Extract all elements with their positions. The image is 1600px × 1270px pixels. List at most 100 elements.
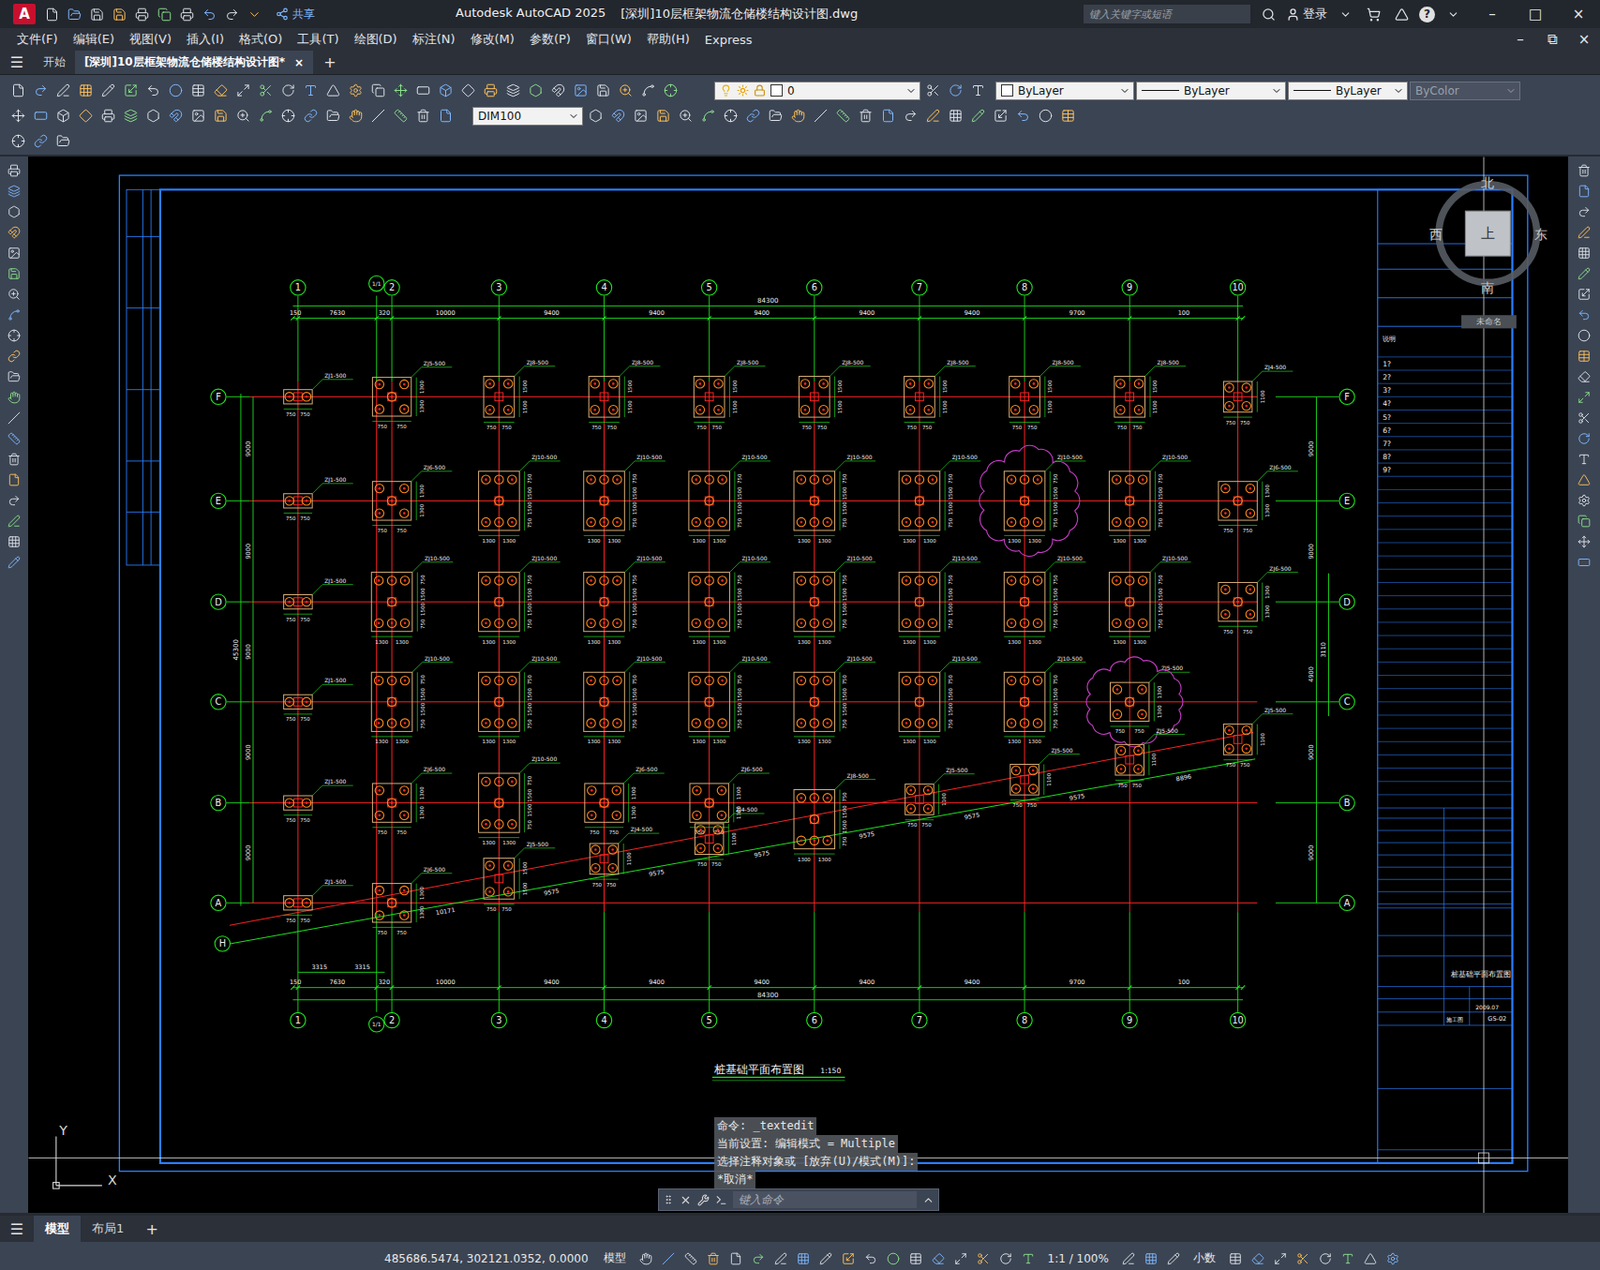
cut-icon[interactable] [922,80,943,102]
axis-bubble[interactable]: 6 [807,280,823,296]
table-icon[interactable] [1225,1248,1246,1270]
open-folder-icon[interactable] [52,130,74,151]
text-icon[interactable] [1017,1248,1039,1270]
grid-icon[interactable] [1140,1248,1162,1270]
pile-cap[interactable]: 1300130075015001500750ZJ10-500 [478,554,561,645]
pile-cap[interactable]: 1300130075015001500750ZJ10-500 [371,655,453,746]
open-folder-icon[interactable] [322,105,344,127]
layout-menu-button[interactable]: ☰ [0,1215,34,1242]
pile-cap[interactable]: 750750ZJ1-500 [284,577,354,623]
drawing-canvas[interactable]: 说明1?2?3?4?5?6?7?8?9?桩基础平面布置图施工图2009.07GS… [28,156,1569,1213]
spline-icon[interactable] [697,105,718,127]
slash-icon[interactable] [657,1248,679,1270]
maximize-icon[interactable] [1270,1248,1291,1270]
circle-icon[interactable] [164,80,186,102]
line-icon[interactable] [922,105,943,127]
pile-cap[interactable]: 1300130075015001500750ZJ10-500 [1003,554,1086,645]
pile-cap[interactable]: 75075015001500ZJ8-500 [483,358,555,431]
scale-icon[interactable] [119,80,141,102]
pile-cap[interactable]: 1300130075015001500750ZJ10-500 [1108,453,1191,544]
triangle-icon[interactable] [322,80,344,102]
window-control-button[interactable]: – [1470,0,1514,29]
zoom-icon[interactable] [614,80,636,102]
pile-cap[interactable]: 1300130075015001500750ZJ10-500 [793,655,876,746]
line-icon[interactable] [1573,222,1595,243]
document-control-button[interactable]: × [1568,25,1600,54]
new-file-icon[interactable] [725,1248,747,1270]
crosshair-icon[interactable] [719,105,741,127]
pile-cap[interactable]: 75075013001300ZJ5-500 [372,359,452,430]
save-icon[interactable] [592,80,614,102]
redo-icon[interactable] [899,105,921,127]
maximize-icon[interactable] [232,80,254,102]
table-icon[interactable] [905,1248,927,1270]
erase-icon[interactable] [1247,1248,1269,1270]
pile-cap[interactable]: 1300130075015001500750ZJ10-500 [1003,655,1086,746]
menu-item[interactable]: 视图(V) [121,30,180,48]
help-button[interactable]: ? [1419,6,1436,23]
link-icon[interactable] [29,130,51,151]
rotate-icon[interactable] [1573,428,1595,449]
pile-cap[interactable]: 750750ZJ1-500 [284,476,354,522]
image-icon[interactable] [187,105,209,127]
axis-bubble[interactable]: 2 [384,1012,400,1028]
text-icon[interactable] [299,80,321,102]
scale-icon[interactable] [1573,284,1595,305]
plot-icon[interactable] [153,3,175,25]
pile-cap[interactable]: 750750ZJ1-500 [284,372,354,418]
print-icon[interactable] [3,160,25,181]
copy-icon[interactable] [1573,510,1595,532]
crosshair-icon[interactable] [277,105,299,127]
publish-icon[interactable] [176,3,197,25]
login-button[interactable]: 登录 [1285,5,1328,23]
pile-cap[interactable]: 1300130075015001500750ZJ10-500 [688,655,771,746]
pile-cap[interactable]: 75075015001500ZJ8-500 [904,358,976,431]
pile-cap[interactable]: 75075013001300ZJ6-500 [1218,565,1299,635]
pile-cap[interactable]: 75075015001500ZJ5-500 [483,840,555,913]
save-icon[interactable] [86,3,107,25]
delete-icon[interactable] [3,448,25,470]
pile-cap[interactable]: 7507501100ZJ4-500 [694,806,764,868]
pile-cap[interactable]: 1300130075015001500750ZJ10-500 [898,453,981,544]
polygon-icon[interactable] [584,105,606,127]
dimension-icon[interactable] [680,1248,702,1270]
crosshair-icon[interactable] [3,325,25,346]
dimension-icon[interactable] [832,105,853,127]
snap-icon[interactable] [3,222,25,243]
undo-icon[interactable] [142,80,164,102]
axis-bubble[interactable]: 4 [596,280,612,296]
axis-bubble[interactable]: 8 [1016,280,1032,296]
snap-icon[interactable] [607,105,629,127]
snap-icon[interactable] [547,80,569,102]
menu-item[interactable]: 参数(P) [522,30,579,48]
circle-icon[interactable] [882,1248,904,1270]
axis-bubble[interactable]: C [1339,694,1355,710]
grid-icon[interactable] [792,1248,814,1270]
pile-cap[interactable]: 1300130075015001500750ZJ10-500 [583,554,666,645]
settings-icon[interactable] [1573,490,1595,511]
wrench-icon[interactable] [697,1194,710,1207]
spline-icon[interactable] [254,105,276,127]
save-icon[interactable] [209,105,231,127]
search-icon[interactable] [1257,3,1279,25]
dimension-icon[interactable] [389,105,411,127]
cart-icon[interactable] [1362,3,1384,25]
coordinates[interactable]: 485686.5474, 302121.0352, 0.0000 [378,1252,595,1266]
pile-cap[interactable]: 1300130075015001500750ZJ10-500 [371,554,453,645]
dimension-style-dropdown[interactable]: DIM100 [472,106,584,126]
move-icon[interactable] [7,105,29,127]
axis-bubble[interactable]: H [214,936,230,952]
triangle-icon[interactable] [1360,1248,1381,1270]
pile-cap[interactable]: 1300130075015001500750ZJ8-500 [793,772,876,863]
axis-bubble[interactable]: 8 [1016,1012,1032,1028]
line-icon[interactable] [3,510,25,532]
history-toggle-icon[interactable] [922,1194,935,1207]
pile-cap[interactable]: 1300130075015001500750ZJ10-500 [898,554,981,645]
move-icon[interactable] [1573,531,1595,553]
link-icon[interactable] [3,345,25,367]
table-icon[interactable] [1573,345,1595,367]
pile-cap[interactable]: 1300130075015001500750ZJ10-500 [898,655,981,746]
scale-icon[interactable] [837,1248,859,1270]
edit-icon[interactable] [3,552,25,573]
menu-item[interactable]: 标注(N) [404,30,464,48]
